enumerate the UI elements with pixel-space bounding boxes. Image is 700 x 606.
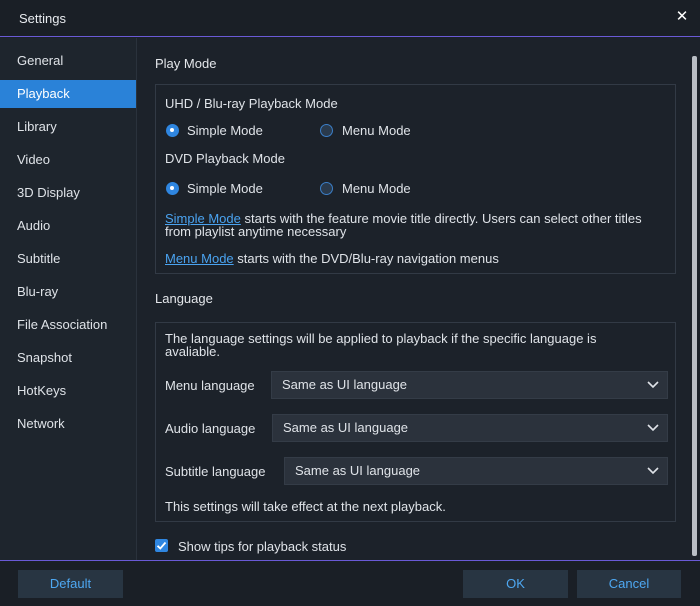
sidebar-item-general[interactable]: General — [0, 47, 136, 75]
menu-language-label: Menu language — [165, 378, 255, 393]
sidebar-item-library[interactable]: Library — [0, 113, 136, 141]
language-note-line1: The language settings will be applied to… — [165, 331, 597, 346]
playback-settings-panel: Play Mode UHD / Blu-ray Playback Mode Si… — [138, 38, 690, 560]
dvd-menu-mode-radio[interactable] — [320, 182, 333, 195]
audio-language-select[interactable]: Same as UI language — [272, 414, 668, 442]
sidebar-item-video[interactable]: Video — [0, 146, 136, 174]
close-icon[interactable]: ✕ — [674, 9, 690, 25]
title-bar: Settings ✕ — [0, 0, 700, 37]
sidebar-item-blu-ray[interactable]: Blu-ray — [0, 278, 136, 306]
subtitle-language-select[interactable]: Same as UI language — [284, 457, 668, 485]
menu-mode-description: Menu Mode starts with the DVD/Blu-ray na… — [165, 252, 670, 265]
ok-button[interactable]: OK — [463, 570, 568, 598]
dvd-playback-mode-label: DVD Playback Mode — [165, 151, 285, 166]
window-title: Settings — [19, 11, 66, 26]
cancel-button[interactable]: Cancel — [577, 570, 681, 598]
dialog-footer: Default OK Cancel — [0, 560, 700, 606]
sidebar-item-subtitle[interactable]: Subtitle — [0, 245, 136, 273]
language-effect-note: This settings will take effect at the ne… — [165, 499, 446, 514]
chevron-down-icon — [647, 381, 659, 389]
chevron-down-icon — [647, 467, 659, 475]
sidebar-item-network[interactable]: Network — [0, 410, 136, 438]
dvd-menu-mode-label[interactable]: Menu Mode — [342, 181, 411, 196]
sidebar-item-snapshot[interactable]: Snapshot — [0, 344, 136, 372]
subtitle-language-label: Subtitle language — [165, 464, 266, 479]
show-tips-checkbox[interactable] — [155, 539, 168, 552]
uhd-playback-mode-label: UHD / Blu-ray Playback Mode — [165, 96, 338, 111]
uhd-simple-mode-radio[interactable] — [166, 124, 179, 137]
sidebar-item-playback[interactable]: Playback — [0, 80, 136, 108]
sidebar-item-hotkeys[interactable]: HotKeys — [0, 377, 136, 405]
uhd-menu-mode-radio[interactable] — [320, 124, 333, 137]
sidebar-item-3d-display[interactable]: 3D Display — [0, 179, 136, 207]
play-mode-heading: Play Mode — [155, 56, 217, 71]
menu-mode-link[interactable]: Menu Mode — [165, 251, 234, 266]
audio-language-label: Audio language — [165, 421, 256, 436]
menu-language-select[interactable]: Same as UI language — [271, 371, 668, 399]
sidebar-item-audio[interactable]: Audio — [0, 212, 136, 240]
subtitle-language-value: Same as UI language — [295, 463, 421, 478]
audio-language-value: Same as UI language — [283, 420, 409, 435]
menu-mode-desc: starts with the DVD/Blu-ray navigation m… — [233, 251, 499, 266]
show-tips-label[interactable]: Show tips for playback status — [178, 539, 346, 554]
play-mode-box: UHD / Blu-ray Playback Mode Simple Mode … — [155, 84, 676, 274]
uhd-simple-mode-label[interactable]: Simple Mode — [187, 123, 263, 138]
checkmark-icon — [156, 541, 167, 550]
dvd-simple-mode-label[interactable]: Simple Mode — [187, 181, 263, 196]
language-note-line2: avaliable. — [165, 344, 220, 359]
uhd-menu-mode-label[interactable]: Menu Mode — [342, 123, 411, 138]
chevron-down-icon — [647, 424, 659, 432]
settings-sidebar: General Playback Library Video 3D Displa… — [0, 38, 137, 560]
simple-mode-desc-line2: from playlist anytime necessary — [165, 224, 347, 239]
content-scrollbar[interactable] — [692, 56, 697, 556]
language-heading: Language — [155, 291, 213, 306]
menu-language-value: Same as UI language — [282, 377, 408, 392]
sidebar-item-file-association[interactable]: File Association — [0, 311, 136, 339]
default-button[interactable]: Default — [18, 570, 123, 598]
dvd-simple-mode-radio[interactable] — [166, 182, 179, 195]
language-box: The language settings will be applied to… — [155, 322, 676, 522]
